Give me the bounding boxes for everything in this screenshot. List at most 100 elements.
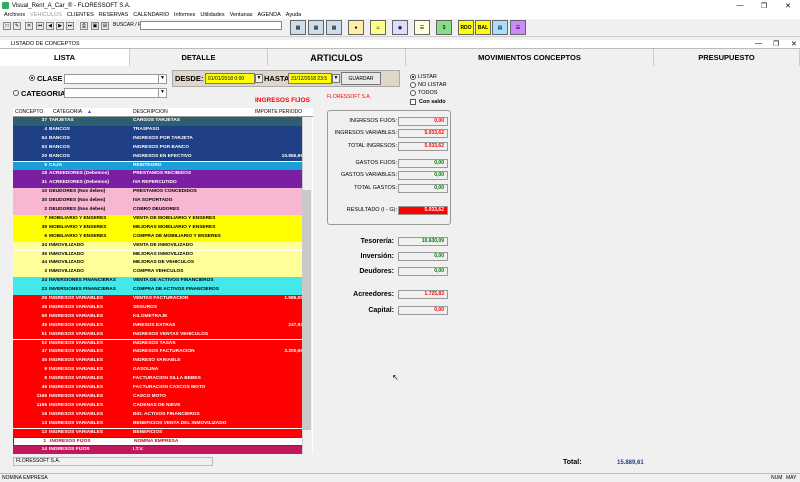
rdo-button[interactable]: RDO	[458, 20, 474, 35]
people-icon[interactable]: ☺	[370, 20, 386, 35]
table-row[interactable]: 7 MOBILIARIO Y ENSERES VENTA DE MOBILIARIO…	[13, 214, 305, 224]
table-row[interactable]: 45 INGRESOS VARIABLES INGRESO VARIABLE	[13, 357, 305, 367]
table-row[interactable]: 1165 INGRESOS VARIABLES CADENAS DE NIEVE	[13, 401, 305, 411]
menu-agenda[interactable]: AGENDA	[258, 12, 281, 18]
column-header-concepto[interactable]: CONCEPTO	[15, 109, 43, 115]
menu-calendario[interactable]: CALENDARIO	[133, 12, 169, 18]
money-icon[interactable]: $	[436, 20, 452, 35]
guardar-button[interactable]: GUARDAR	[341, 72, 381, 85]
table-row[interactable]: 4 BANCOS TRASPASO	[13, 125, 305, 135]
table-row[interactable]: 51 INGRESOS VARIABLES INGRESOS VENTAS VEHI…	[13, 330, 305, 340]
table-row[interactable]: 46 INGRESOS VARIABLES FACTURACION CASCOS M…	[13, 384, 305, 393]
desde-input[interactable]: 01/01/2018 0:00	[205, 73, 255, 84]
hasta-dropdown-icon[interactable]: ▼	[332, 74, 340, 83]
menu-ventanas[interactable]: Ventanas	[230, 12, 253, 18]
table-row[interactable]: 49 INGRESOS VARIABLES INRESOS EXTRAS 247,93	[13, 321, 305, 331]
table-row[interactable]: 44 INMOVILIZADO MEJORAS DE VEHICULOS	[13, 259, 305, 269]
child-close-icon[interactable]: ✕	[791, 40, 797, 48]
delete-icon[interactable]: ✕	[25, 22, 33, 30]
tab-lista[interactable]: LISTA	[0, 49, 130, 66]
table-row[interactable]: 18 ACREEDORES (Debemos) PRESTAMOS RECIBIDO…	[13, 170, 305, 180]
prev-icon[interactable]: ◀	[46, 22, 54, 30]
new-icon[interactable]: □	[3, 22, 11, 30]
table-row[interactable]: 26 INGRESOS VARIABLES VENTAS FACTURACION 1.…	[13, 295, 305, 304]
menu-reservas[interactable]: RESERVAS	[99, 12, 128, 18]
column-header-descripcion[interactable]: DESCRIPCION	[133, 109, 168, 115]
next-icon[interactable]: ▶	[56, 22, 64, 30]
print-icon[interactable]: ⎙	[80, 22, 88, 30]
table-row[interactable]: 12 INGRESOS VARIABLES BENEFICIOS	[13, 428, 305, 438]
menu-ayuda[interactable]: Ayuda	[286, 12, 302, 18]
table-row[interactable]: 16 INGRESOS VARIABLES BIO. ACTIVOS FINANCI…	[13, 410, 305, 420]
table-row[interactable]: 23 INVERSIONES FINANCIERAS COMPRA DE ACTIV…	[13, 286, 305, 295]
table-row[interactable]: 10 DEUDORES (Nos deben) PRESTAMOS CONCEDID…	[13, 188, 305, 198]
categoria-select[interactable]: ▼	[64, 88, 167, 98]
edit-icon[interactable]: ✎	[13, 22, 21, 30]
stats-icon[interactable]: ▤	[492, 20, 508, 35]
child-minimize-icon[interactable]: —	[755, 40, 762, 47]
menu-clientes[interactable]: CLIENTES	[67, 12, 94, 18]
table-row[interactable]: 20 BANCOS INGRESOS EN EFECTIVO 10.855,99	[13, 152, 305, 162]
no-listar-radio[interactable]	[410, 82, 416, 88]
table-row[interactable]: 47 INGRESOS VARIABLES INGRESOS FACTURACION…	[13, 348, 305, 358]
maximize-icon[interactable]: ❐	[752, 0, 776, 11]
menu-vehiculos[interactable]: VEHICULOS	[30, 12, 62, 18]
listar-radio[interactable]	[410, 74, 416, 80]
table-row[interactable]: 24 INVERSIONES FINANCIERAS VENTA DE ACTIVO…	[13, 277, 305, 287]
menu-informes[interactable]: Informes	[174, 12, 195, 18]
table-row[interactable]: 48 INGRESOS VARIABLES SEGUROS	[13, 303, 305, 313]
column-header-categoria[interactable]: CATEGORIA	[53, 109, 82, 115]
table-row[interactable]: 1166 INGRESOS VARIABLES CASCO MOTO	[13, 392, 305, 402]
table-row[interactable]: 1 INGRESOS FIJOS NOMINA EMPRESA	[13, 437, 305, 447]
column-header-importe[interactable]: IMPORTE PERIODO	[255, 109, 302, 115]
table-row[interactable]: 53 BANCOS INGRESOS POR BANCO	[13, 143, 305, 153]
table-row[interactable]: 3 INMOVILIZADO COMPRA VEHICULOS	[13, 268, 305, 278]
calculator-icon[interactable]: ▦	[290, 20, 306, 35]
menu-icon[interactable]: ☰	[510, 20, 526, 35]
table-row[interactable]: 8 INGRESOS VARIABLES FACTURACION SILLA BEB…	[13, 375, 305, 384]
table-row[interactable]: 54 BANCOS INGRESOS POR TARJETA	[13, 134, 305, 144]
table-row[interactable]: 34 INMOVILIZADO VENTA DE INMOVILIZADO	[13, 241, 305, 251]
todos-radio[interactable]	[410, 90, 416, 96]
tab-presupuesto[interactable]: PRESUPUESTO	[654, 49, 800, 66]
export-icon[interactable]: ⊞	[101, 22, 109, 30]
con-saldo-checkbox[interactable]	[410, 99, 416, 105]
grid-icon[interactable]: ▦	[308, 20, 324, 35]
minimize-icon[interactable]: —	[728, 0, 752, 11]
table-row[interactable]: 31 ACREEDORES (Debemos) IVA REPERCUTIDO	[13, 179, 305, 189]
menu-utilidades[interactable]: Utilidades	[200, 12, 224, 18]
close-icon[interactable]: ✕	[776, 0, 800, 11]
desde-dropdown-icon[interactable]: ▼	[255, 74, 263, 83]
concepts-grid[interactable]: 37 TARJETAS CARGOS TARJETAS 4 BANCOS TRASPASO…	[13, 117, 313, 454]
grid-scrollbar-thumb[interactable]	[303, 190, 311, 430]
clase-radio[interactable]	[29, 75, 35, 81]
first-icon[interactable]: ⏮	[36, 22, 44, 30]
table-row[interactable]: 6 MOBILIARIO Y ENSERES COMPRA DE MOBILIARI…	[13, 232, 305, 242]
table-row[interactable]: 37 TARJETAS CARGOS TARJETAS	[13, 117, 305, 126]
hasta-input[interactable]: 31/12/2018 23:5	[288, 73, 332, 84]
calendar-icon[interactable]: ▦	[326, 20, 342, 35]
categoria-radio[interactable]	[13, 90, 19, 96]
list-icon[interactable]: ☰	[414, 20, 430, 35]
table-row[interactable]: 9 INGRESOS VARIABLES GASOLINA	[13, 366, 305, 376]
table-row[interactable]: 30 DEUDORES (Nos deben) IVA SOPORTADO	[13, 197, 305, 206]
table-row[interactable]: 5 CAJA REINTEGRO	[13, 161, 305, 171]
last-icon[interactable]: ⏭	[66, 22, 74, 30]
globe-icon[interactable]: ◉	[392, 20, 408, 35]
search-input[interactable]	[140, 21, 282, 30]
menu-archivos[interactable]: Archivos	[4, 12, 25, 18]
clase-select[interactable]: ▼	[64, 74, 167, 84]
table-row[interactable]: 13 INGRESOS VARIABLES BENEFICIOS VENTA DEL…	[13, 419, 305, 429]
table-row[interactable]: 52 INGRESOS VARIABLES INGRESOS TASAS	[13, 339, 305, 349]
tab-detalle[interactable]: DETALLE	[130, 49, 268, 66]
bal-button[interactable]: BAL	[475, 20, 491, 35]
table-row[interactable]: 50 INGRESOS VARIABLES KILOMETRAJE	[13, 312, 305, 322]
table-row[interactable]: 14 INGRESOS FIJOS I.T.V.	[13, 446, 305, 454]
child-maximize-icon[interactable]: ❐	[773, 40, 779, 48]
preview-icon[interactable]: ▣	[91, 22, 99, 30]
table-row[interactable]: 2 DEUDORES (Nos deben) COBRO DEUDORES	[13, 206, 305, 215]
tab-movimientos-conceptos[interactable]: MOVIMIENTOS CONCEPTOS	[406, 49, 654, 66]
tab-articulos[interactable]: ARTICULOS	[268, 49, 406, 66]
car-icon[interactable]: ●	[348, 20, 364, 35]
table-row[interactable]: 36 INMOVILIZADO MEJORAS INMOVILIZADO	[13, 250, 305, 260]
